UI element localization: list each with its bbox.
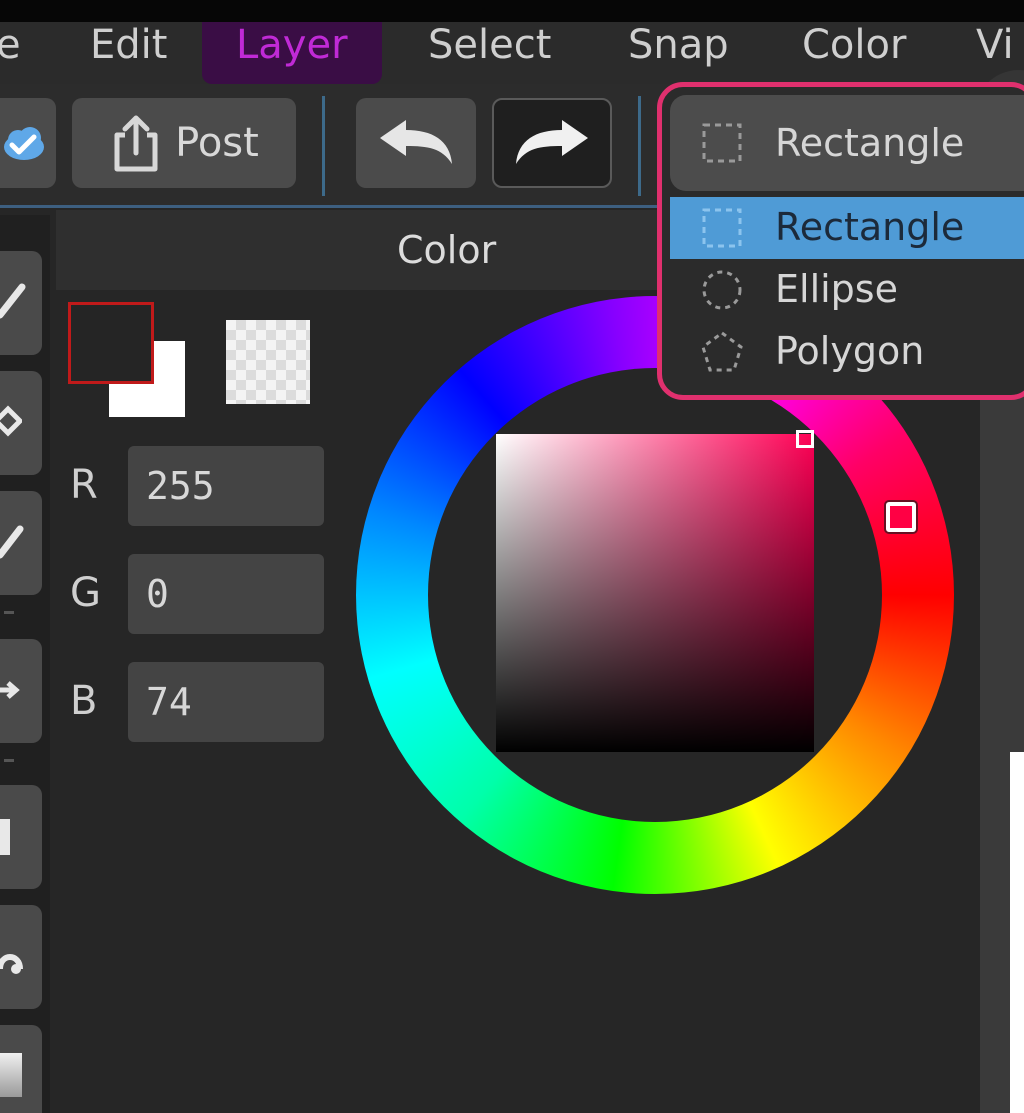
toolbar-divider <box>322 96 325 196</box>
brush-tool-button[interactable] <box>0 491 42 595</box>
blue-field[interactable]: 74 <box>128 662 324 742</box>
tool-divider <box>4 759 14 762</box>
selection-shape-dropdown: Rectangle Rectangle Ellipse Polygon <box>657 82 1024 400</box>
cloud-save-button[interactable] <box>0 98 56 188</box>
menu-bar: e Edit Layer Select Snap Color Vi <box>0 22 1024 84</box>
menu-snap[interactable]: Snap <box>628 22 729 84</box>
menu-layer[interactable]: Layer <box>202 22 382 84</box>
post-label: Post <box>175 120 259 166</box>
selection-shape-select[interactable]: Rectangle <box>670 95 1024 191</box>
bucket-icon <box>0 954 23 974</box>
menu-color[interactable]: Color <box>802 22 906 84</box>
canvas-edge <box>1010 752 1024 1113</box>
selected-shape-label: Rectangle <box>775 121 965 165</box>
post-button[interactable]: Post <box>72 98 296 188</box>
move-tool-button[interactable] <box>0 639 42 743</box>
pen-tool-button[interactable] <box>0 251 42 355</box>
polygon-select-icon <box>701 331 743 372</box>
layer-tool-button[interactable] <box>0 1025 42 1113</box>
tool-strip <box>0 215 50 1113</box>
ellipse-select-icon <box>702 270 742 310</box>
sv-picker-handle[interactable] <box>796 430 814 448</box>
redo-button[interactable] <box>492 98 612 188</box>
undo-icon <box>380 120 452 164</box>
undo-button[interactable] <box>356 98 476 188</box>
rect-icon <box>0 819 10 855</box>
toolbar-divider <box>638 96 641 196</box>
window-top-edge <box>0 0 1024 22</box>
panel-title: Color <box>397 228 497 272</box>
red-label: R <box>70 462 98 508</box>
eraser-tool-button[interactable] <box>0 371 42 475</box>
tool-divider <box>4 611 14 614</box>
gradient-tool-button[interactable] <box>0 905 42 1009</box>
menu-file[interactable]: e <box>0 22 21 84</box>
option-polygon[interactable]: Polygon <box>670 321 1024 383</box>
fill-tool-button[interactable] <box>0 785 42 889</box>
rect-select-icon <box>702 123 742 163</box>
move-arrow-icon <box>0 681 20 699</box>
foreground-color-swatch[interactable] <box>68 302 154 384</box>
eraser-icon <box>0 405 22 437</box>
option-label: Ellipse <box>775 267 898 311</box>
option-label: Polygon <box>775 329 925 373</box>
option-rectangle[interactable]: Rectangle <box>670 197 1024 259</box>
green-label: G <box>70 570 101 616</box>
red-field[interactable]: 255 <box>128 446 324 526</box>
cloud-check-icon <box>4 127 44 160</box>
blue-label: B <box>70 678 98 724</box>
square-icon <box>0 1053 22 1097</box>
rect-select-icon <box>702 208 742 248</box>
green-field[interactable]: 0 <box>128 554 324 634</box>
saturation-value-picker[interactable] <box>496 434 814 752</box>
menu-edit[interactable]: Edit <box>90 22 167 84</box>
menu-select[interactable]: Select <box>428 22 551 84</box>
pen-icon <box>0 283 26 319</box>
redo-icon <box>516 120 588 164</box>
brush-icon <box>0 525 24 559</box>
option-label: Rectangle <box>775 205 965 249</box>
hue-picker-handle[interactable] <box>886 502 916 532</box>
option-ellipse[interactable]: Ellipse <box>670 259 1024 321</box>
transparent-color-swatch[interactable] <box>226 320 310 404</box>
share-icon <box>114 115 158 172</box>
